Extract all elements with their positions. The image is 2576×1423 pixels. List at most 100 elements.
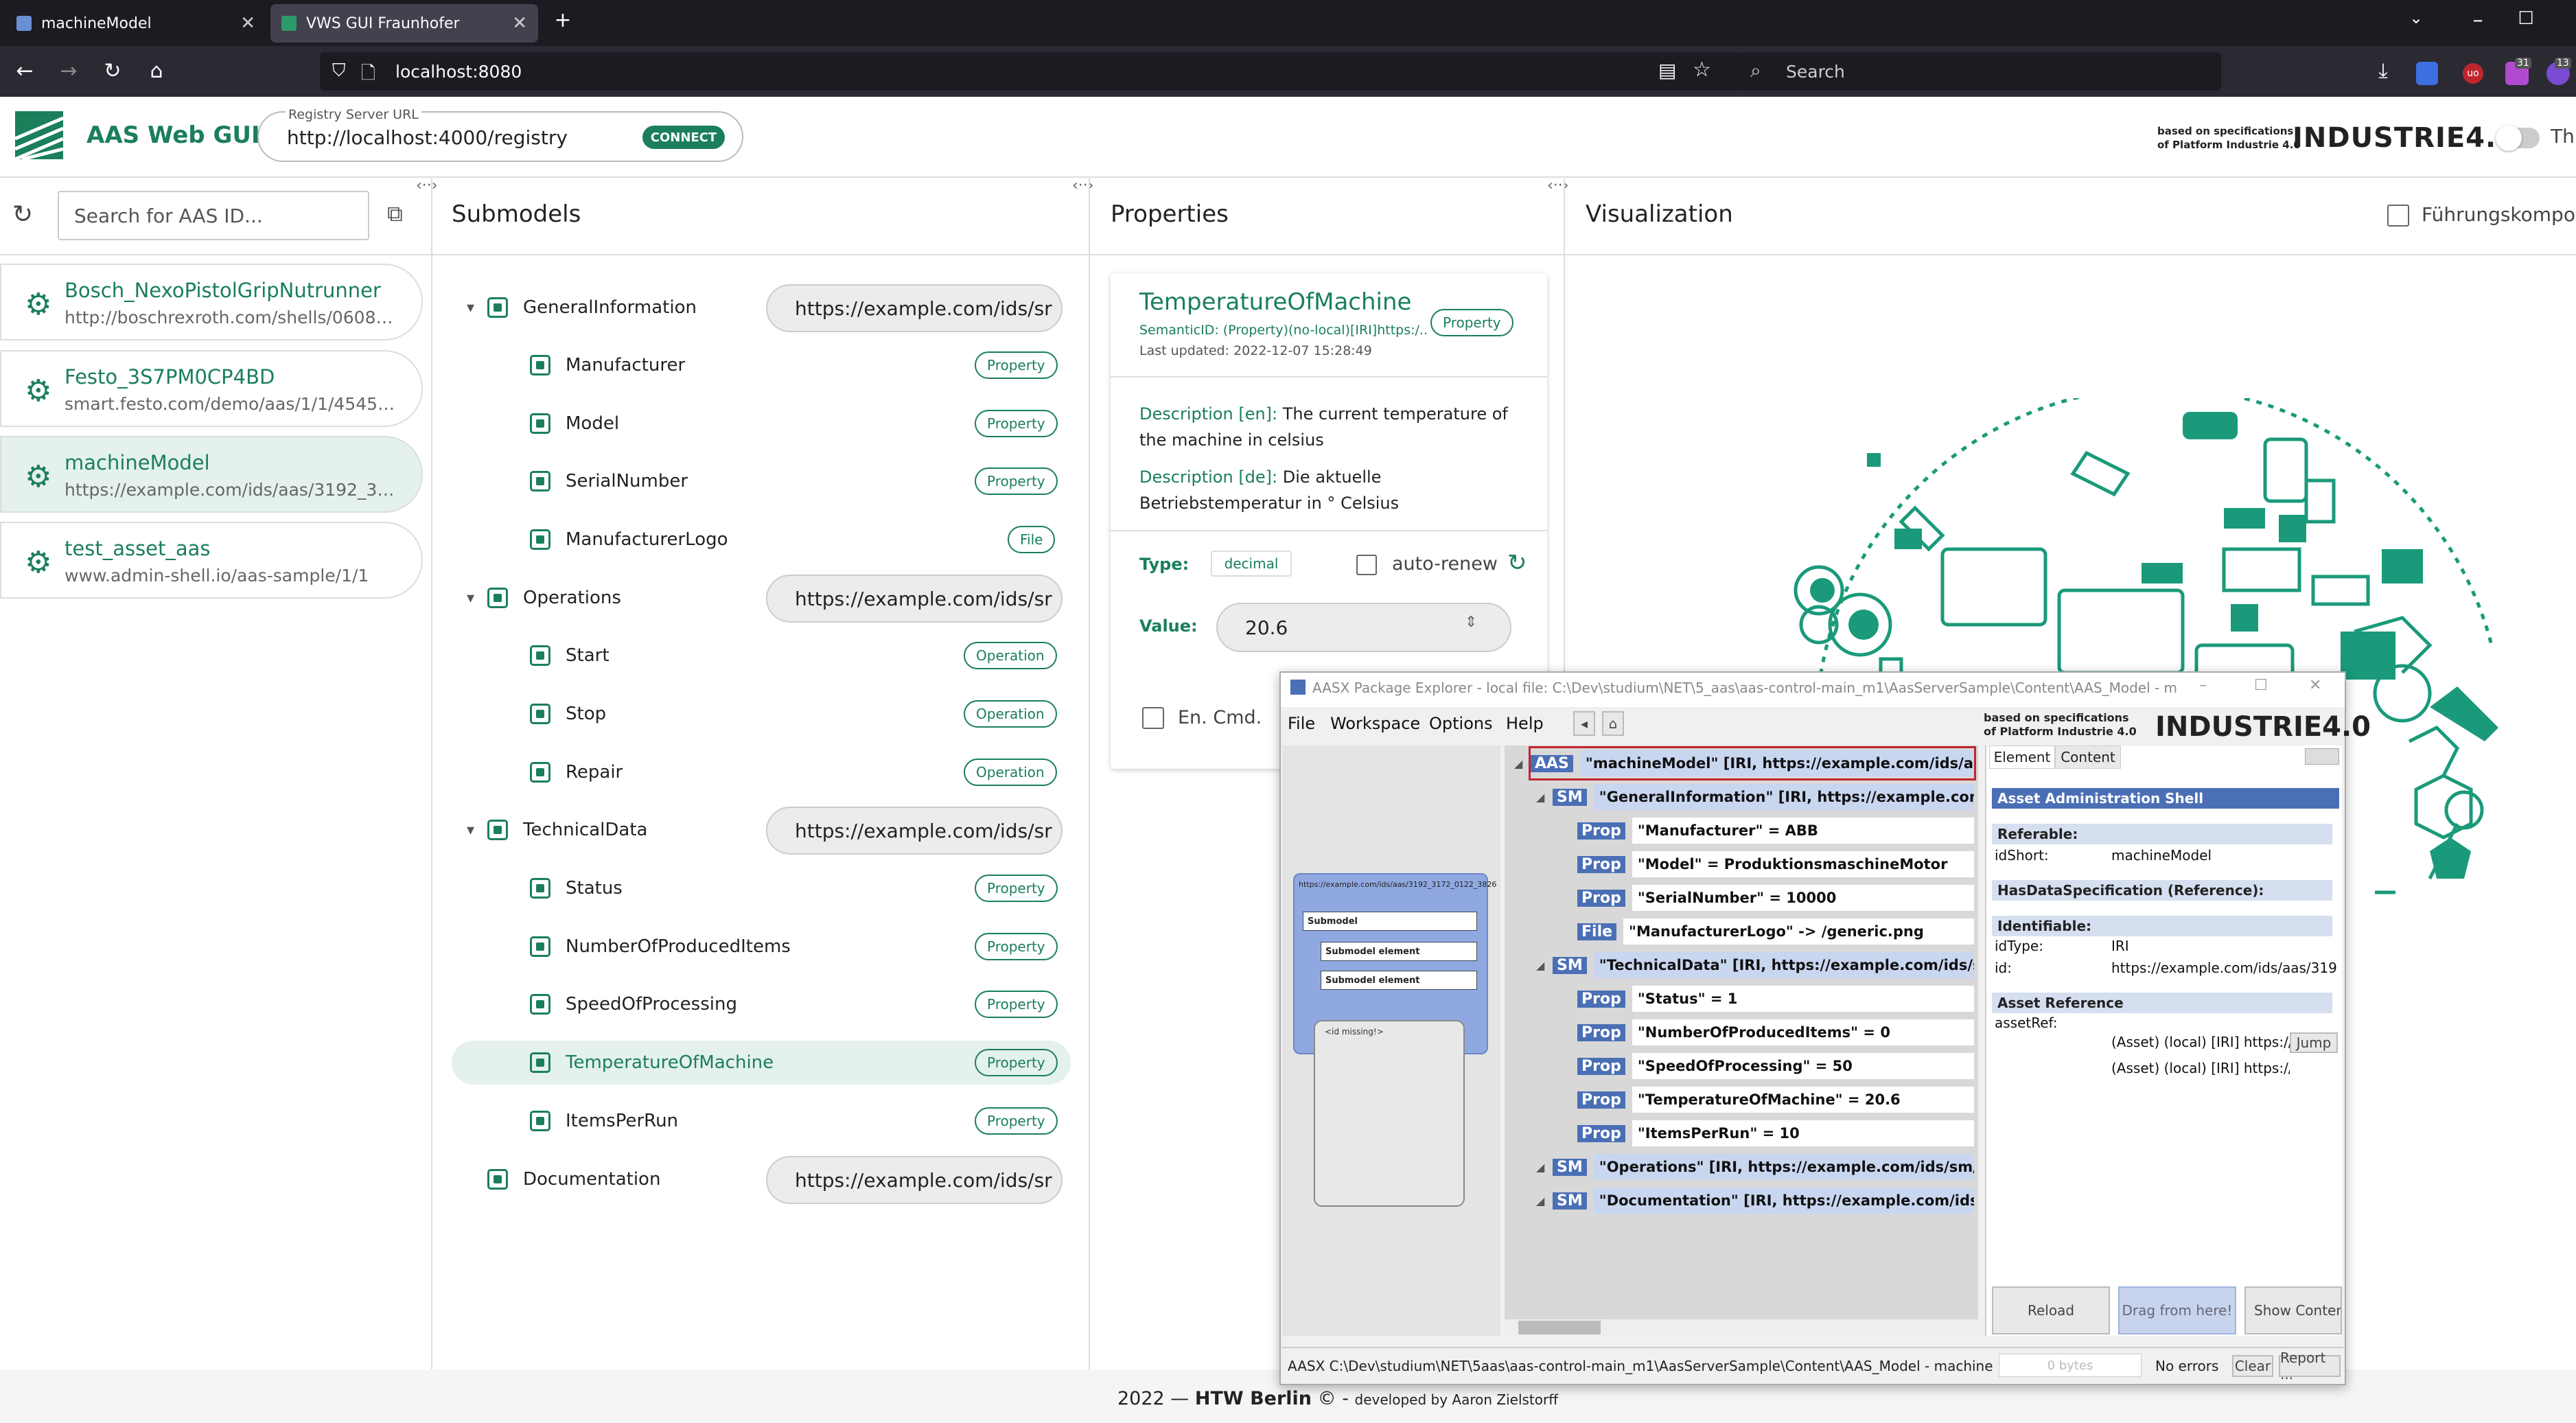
tree-node[interactable]: ◢ SM "TechnicalData" [IRI, https://example…	[1536, 950, 1974, 980]
element-row[interactable]: Stop	[530, 693, 606, 734]
back-icon[interactable]: ←	[11, 59, 38, 86]
submodel-icon	[487, 297, 508, 318]
aas-list-item[interactable]: ⚙ test_asset_aas www.admin-shell.io/aas-…	[0, 522, 423, 599]
tree-node[interactable]: Prop "Model" = ProduktionsmaschineMotor	[1577, 849, 1974, 879]
tree-node[interactable]: ◢ SM "Operations" [IRI, https://example.co…	[1536, 1152, 1974, 1182]
expand-icon[interactable]: ▾	[467, 299, 487, 316]
registry-url-value[interactable]: http://localhost:4000/registry	[287, 126, 568, 149]
forward-icon[interactable]: →	[55, 59, 82, 86]
theme-toggle[interactable]	[2496, 125, 2540, 151]
tree-node[interactable]: ◢ SM "GeneralInformation" [IRI, https://ex…	[1536, 782, 1974, 812]
minimize-icon[interactable]: –	[2464, 8, 2492, 36]
tree-node[interactable]: Prop "NumberOfProducedItems" = 0	[1577, 1017, 1974, 1048]
close-icon[interactable]: ✕	[240, 13, 255, 34]
expand-icon[interactable]: ◢	[1536, 1194, 1544, 1207]
tree-node[interactable]: ◢ SM "Documentation" [IRI, https://example…	[1536, 1185, 1974, 1216]
home-icon[interactable]: ⌂	[143, 59, 170, 86]
keyboard-icon[interactable]	[2305, 748, 2339, 765]
tree-node[interactable]: Prop "Manufacturer" = ABB	[1577, 815, 1974, 846]
back-button[interactable]: ◂	[1573, 711, 1595, 736]
tab-list-icon[interactable]: ⌄	[2402, 8, 2430, 36]
submodel-row[interactable]: ▾ GeneralInformation	[467, 287, 697, 328]
jump-button[interactable]: Jump	[2290, 1032, 2338, 1053]
scroll-thumb[interactable]	[1518, 1321, 1601, 1334]
element-row[interactable]: SerialNumber	[530, 461, 688, 502]
show-content-button[interactable]: Show Content	[2244, 1286, 2342, 1334]
element-row[interactable]: Status	[530, 868, 623, 909]
reader-icon[interactable]: ▤	[1658, 59, 1676, 82]
refresh-icon[interactable]: ↻	[12, 200, 33, 229]
expand-icon[interactable]: ◢	[1536, 1161, 1544, 1174]
browser-tab[interactable]: machineModel ✕	[5, 4, 266, 43]
element-row[interactable]: ItemsPerRun	[530, 1100, 678, 1142]
reload-button[interactable]: Reload	[1992, 1286, 2110, 1334]
close-icon[interactable]: ✕	[2309, 677, 2321, 694]
submodel-row[interactable]: ▾ Operations	[467, 577, 621, 618]
tree-node[interactable]: Prop "ItemsPerRun" = 10	[1577, 1118, 1974, 1148]
extension-shield-icon[interactable]	[2416, 62, 2438, 85]
minimize-icon[interactable]: –	[2199, 677, 2207, 694]
tree-node[interactable]: Prop "Status" = 1	[1577, 984, 1974, 1014]
stepper-icon[interactable]: ⇕	[1465, 614, 1477, 631]
element-row[interactable]: Manufacturer	[530, 345, 685, 386]
element-row[interactable]: SpeedOfProcessing	[530, 984, 737, 1025]
element-row[interactable]: NumberOfProducedItems	[530, 926, 791, 967]
element-row[interactable]: Model	[530, 403, 619, 444]
element-row[interactable]: Start	[530, 635, 610, 676]
aas-list-item-selected[interactable]: ⚙ machineModel https://example.com/ids/a…	[0, 436, 423, 513]
extension-icon-2[interactable]: 13	[2546, 58, 2571, 85]
report-button[interactable]: Report ...	[2279, 1350, 2341, 1382]
menu-help[interactable]: Help	[1506, 714, 1544, 733]
menu-workspace[interactable]: Workspace	[1330, 714, 1420, 733]
element-row-selected[interactable]: TemperatureOfMachine	[530, 1042, 774, 1083]
bookmark-star-icon[interactable]: ☆	[1693, 58, 1711, 82]
connect-button[interactable]: CONNECT	[642, 126, 725, 149]
close-icon[interactable]: ✕	[512, 13, 527, 34]
expand-icon[interactable]: ▾	[467, 590, 487, 607]
expand-icon[interactable]: ◢	[1514, 757, 1522, 770]
browser-tab-active[interactable]: VWS GUI Fraunhofer ✕	[270, 4, 538, 43]
home-button[interactable]: ⌂	[1602, 711, 1624, 736]
element-row[interactable]: ManufacturerLogo	[530, 519, 728, 560]
tab-content[interactable]: Content	[2055, 745, 2121, 769]
tree-node[interactable]: File "ManufacturerLogo" -> /generic.png	[1577, 916, 1974, 947]
resize-handle[interactable]: ‹··›	[416, 177, 438, 194]
ublock-icon[interactable]: uo	[2463, 63, 2483, 84]
resize-handle[interactable]: ‹··›	[1547, 177, 1569, 194]
aas-list-item[interactable]: ⚙ Bosch_NexoPistolGripNutrunner http://b…	[0, 264, 423, 340]
url-bar[interactable]: ⛉ 🗋 localhost:8080 ▤ ☆	[320, 52, 1741, 91]
element-row[interactable]: Repair	[530, 752, 623, 793]
maximize-icon[interactable]: ☐	[2512, 8, 2540, 36]
new-tab-icon[interactable]: +	[549, 8, 577, 36]
collapse-icon[interactable]: ⧉	[387, 200, 403, 227]
browser-search[interactable]: ⌕ Search	[1738, 52, 2221, 91]
menu-file[interactable]: File	[1288, 714, 1315, 733]
fuehrung-checkbox[interactable]	[2387, 205, 2409, 227]
menu-options[interactable]: Options	[1429, 714, 1493, 733]
expand-icon[interactable]: ▾	[467, 822, 487, 839]
horizontal-scrollbar[interactable]	[1505, 1319, 1978, 1336]
refresh-icon[interactable]: ↻	[1507, 549, 1527, 577]
aas-list-item[interactable]: ⚙ Festo_3S7PM0CP4BD smart.festo.com/demo…	[0, 350, 423, 427]
tree-node[interactable]: ◢ AAS "machineModel" [IRI, https://example…	[1514, 746, 1976, 780]
tree-node[interactable]: Prop "TemperatureOfMachine" = 20.6	[1577, 1085, 1974, 1115]
tab-element[interactable]: Element	[1989, 745, 2055, 769]
clear-button[interactable]: Clear	[2232, 1355, 2273, 1377]
tree-node[interactable]: Prop "SerialNumber" = 10000	[1577, 883, 1974, 913]
download-icon[interactable]: ⤓	[2369, 59, 2397, 86]
maximize-icon[interactable]: ☐	[2254, 677, 2268, 694]
expand-icon[interactable]: ◢	[1536, 959, 1544, 972]
expand-icon[interactable]: ◢	[1536, 791, 1544, 804]
en-cmd-checkbox[interactable]	[1142, 707, 1164, 729]
reload-icon[interactable]: ↻	[99, 59, 126, 86]
resize-handle[interactable]: ‹··›	[1072, 177, 1094, 194]
submodel-row[interactable]: Documentation	[487, 1159, 660, 1200]
value-input[interactable]: 20.6 ⇕	[1216, 603, 1511, 652]
auto-renew-checkbox[interactable]	[1356, 555, 1377, 575]
aas-search-input[interactable]: Search for AAS ID...	[58, 191, 369, 240]
extension-icon[interactable]: 31	[2505, 58, 2531, 85]
drag-button[interactable]: Drag from here!	[2118, 1286, 2236, 1334]
tree-node[interactable]: Prop "SpeedOfProcessing" = 50	[1577, 1051, 1974, 1081]
node-label: "ItemsPerRun" = 10	[1632, 1120, 1974, 1146]
submodel-row[interactable]: ▾ TechnicalData	[467, 809, 647, 851]
